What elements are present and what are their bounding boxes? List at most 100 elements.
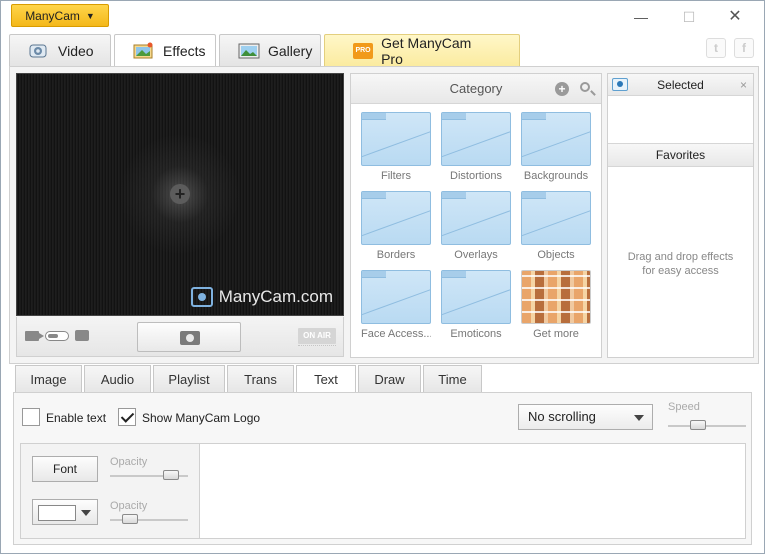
webcam-icon <box>28 42 50 60</box>
text-opacity-thumb[interactable] <box>162 470 179 480</box>
chevron-down-icon <box>81 510 91 516</box>
minimize-button[interactable]: — <box>631 9 651 25</box>
tab-label: Get ManyCam Pro <box>381 34 472 67</box>
tab-image[interactable]: Image <box>15 365 82 393</box>
close-icon[interactable]: × <box>740 74 747 96</box>
tab-label: Video <box>58 42 94 59</box>
category-label: Borders <box>376 249 416 261</box>
enable-text-checkbox[interactable] <box>22 408 40 426</box>
font-controls: Font Opacity Opacity <box>21 444 200 538</box>
caret-down-icon: ▼ <box>85 10 95 21</box>
text-settings-panel: Enable text Show ManyCam Logo No scrolli… <box>13 392 752 545</box>
text-color-picker[interactable] <box>32 499 98 525</box>
category-label: Objects <box>537 249 575 261</box>
opacity-label: Opacity <box>110 500 148 512</box>
tab-draw[interactable]: Draw <box>358 365 421 393</box>
selected-panel: Selected × Favorites Drag and drop effec… <box>607 73 754 358</box>
photo-camera-icon[interactable] <box>75 330 89 341</box>
tab-effects[interactable]: Effects <box>114 34 216 67</box>
scrolling-value: No scrolling <box>528 409 596 424</box>
selected-title: Selected <box>657 78 704 92</box>
category-panel: Category + Filters Distortions Backgroun… <box>350 73 602 358</box>
category-label: Emoticons <box>450 328 502 340</box>
enable-text-label: Enable text <box>46 411 107 425</box>
maximize-button[interactable]: ☐ <box>679 9 699 25</box>
tab-label: Gallery <box>268 42 313 59</box>
facebook-icon[interactable]: f <box>734 38 754 58</box>
tab-video[interactable]: Video <box>9 34 111 66</box>
gallery-icon <box>238 42 260 60</box>
tab-time[interactable]: Time <box>423 365 482 393</box>
category-item-overlays[interactable]: Overlays <box>441 191 511 264</box>
folder-icon <box>361 270 431 324</box>
manycam-logo-icon <box>190 287 213 307</box>
category-label: Overlays <box>454 249 498 261</box>
category-item-filters[interactable]: Filters <box>361 112 431 185</box>
add-source-icon[interactable]: + <box>170 184 190 204</box>
folder-icon <box>361 191 431 245</box>
preview-toolbar: ON AIR <box>16 317 344 357</box>
on-air-indicator <box>298 345 336 348</box>
close-button[interactable]: ✕ <box>725 9 745 25</box>
category-label: Backgrounds <box>523 170 589 182</box>
category-item-objects[interactable]: Objects <box>521 191 591 264</box>
sub-tabs: Image Audio Playlist Trans Text Draw Tim… <box>15 365 482 394</box>
category-item-backgrounds[interactable]: Backgrounds <box>521 112 591 185</box>
folder-icon <box>441 191 511 245</box>
scrolling-select[interactable]: No scrolling <box>518 404 653 430</box>
tab-playlist[interactable]: Playlist <box>153 365 225 393</box>
folder-icon <box>441 270 511 324</box>
manycam-menu-button[interactable]: ManyCam ▼ <box>11 4 109 27</box>
tab-trans[interactable]: Trans <box>227 365 294 393</box>
twitter-icon[interactable]: t <box>706 38 726 58</box>
color-swatch <box>38 505 76 521</box>
mode-toggle[interactable] <box>45 331 69 341</box>
category-item-borders[interactable]: Borders <box>361 191 431 264</box>
category-label: Distortions <box>450 170 502 182</box>
font-settings-box: Font Opacity Opacity <box>20 443 746 539</box>
photo-collage-icon <box>521 270 591 324</box>
pro-badge-icon: PRO <box>353 42 374 59</box>
hint-line: for easy access <box>642 265 719 277</box>
folder-icon <box>361 112 431 166</box>
category-item-emoticons[interactable]: Emoticons <box>441 270 511 343</box>
show-logo-label: Show ManyCam Logo <box>142 411 261 425</box>
category-label: Get more <box>533 328 579 340</box>
tab-text[interactable]: Text <box>296 365 356 394</box>
category-title: Category <box>449 81 503 96</box>
background-opacity-thumb[interactable] <box>122 514 139 524</box>
selected-header: Selected × <box>608 74 753 96</box>
category-item-face-accessories[interactable]: Face Access... <box>361 270 431 343</box>
category-item-get-more[interactable]: Get more <box>521 270 591 343</box>
effects-content: + ManyCam.com ON AIR Category + Filters … <box>9 66 759 364</box>
folder-icon <box>521 112 591 166</box>
on-air-badge[interactable]: ON AIR <box>298 328 336 344</box>
video-camera-icon[interactable] <box>25 331 44 341</box>
chevron-down-icon <box>634 415 644 421</box>
manycam-watermark: ManyCam.com <box>190 287 333 307</box>
category-label: Face Access... <box>361 328 431 340</box>
video-preview[interactable]: + ManyCam.com <box>16 73 344 316</box>
tab-label: Effects <box>163 43 206 59</box>
folder-icon <box>521 191 591 245</box>
show-logo-checkbox[interactable] <box>118 408 136 426</box>
folder-icon <box>441 112 511 166</box>
tab-gallery[interactable]: Gallery <box>219 34 321 66</box>
add-category-icon[interactable]: + <box>555 82 569 96</box>
tab-get-pro[interactable]: PRO Get ManyCam Pro <box>324 34 520 67</box>
main-tabs: Video Effects Gallery PRO Get ManyCam Pr… <box>9 34 520 67</box>
search-icon[interactable] <box>580 82 590 92</box>
eye-icon[interactable] <box>612 78 628 91</box>
text-input-area[interactable] <box>201 444 745 538</box>
speed-slider-thumb[interactable] <box>689 420 706 430</box>
category-grid: Filters Distortions Backgrounds Borders … <box>361 112 601 343</box>
hint-line: Drag and drop effects <box>627 251 734 263</box>
category-header: Category + <box>351 74 601 104</box>
tab-audio[interactable]: Audio <box>84 365 151 393</box>
category-item-distortions[interactable]: Distortions <box>441 112 511 185</box>
snapshot-button[interactable] <box>137 322 241 352</box>
font-button[interactable]: Font <box>32 456 98 482</box>
category-label: Filters <box>381 170 411 182</box>
speed-slider[interactable] <box>668 425 746 427</box>
manycam-window: ManyCam ▼ — ☐ ✕ Video Effects Gallery PR… <box>0 0 765 554</box>
